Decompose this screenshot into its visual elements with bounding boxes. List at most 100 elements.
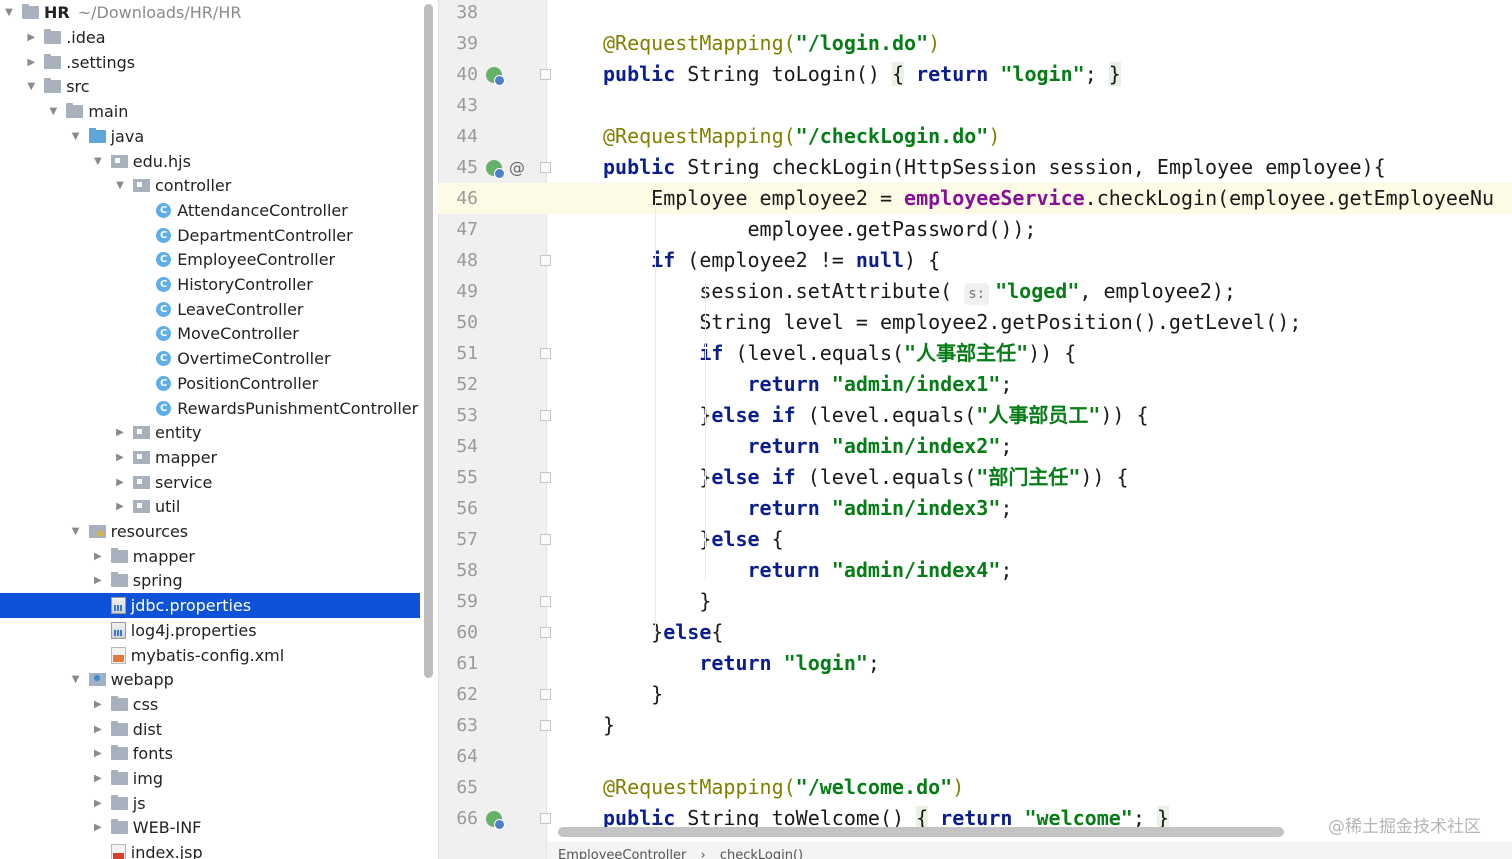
code-line[interactable]: employee.getPassword()); <box>603 214 1036 245</box>
code-line[interactable]: return "admin/index4"; <box>603 555 1013 586</box>
code-line[interactable]: }else { <box>603 524 783 555</box>
breadcrumb-method[interactable]: checkLogin() <box>720 848 803 859</box>
expand-arrow-icon[interactable]: ▼ <box>113 180 127 191</box>
expand-arrow-icon[interactable]: ▼ <box>69 131 83 142</box>
tree-item[interactable]: C RewardsPunishmentController <box>0 396 420 421</box>
tree-item[interactable]: index.jsp <box>0 840 420 859</box>
expand-arrow-icon[interactable]: ▼ <box>2 7 16 18</box>
tree-item[interactable]: ▶ dist <box>0 717 420 742</box>
code-line[interactable]: }else if (level.equals("部门主任")) { <box>603 462 1128 493</box>
tree-item[interactable]: C EmployeeController <box>0 248 420 273</box>
expand-arrow-icon[interactable]: ▼ <box>69 526 83 537</box>
fold-marker-icon[interactable] <box>540 348 551 359</box>
fold-marker-icon[interactable] <box>540 255 551 266</box>
collapse-arrow-icon[interactable]: ▶ <box>91 724 105 735</box>
collapse-arrow-icon[interactable]: ▶ <box>91 575 105 586</box>
expand-arrow-icon[interactable]: ▼ <box>46 106 60 117</box>
tree-item[interactable]: C AttendanceController <box>0 198 420 223</box>
tree-item[interactable]: ▶ entity <box>0 420 420 445</box>
code-line[interactable]: } <box>603 679 663 710</box>
tree-item[interactable]: C MoveController <box>0 322 420 347</box>
collapse-arrow-icon[interactable]: ▶ <box>91 798 105 809</box>
expand-arrow-icon[interactable]: ▼ <box>91 156 105 167</box>
code-line[interactable]: }else if (level.equals("人事部员工")) { <box>603 400 1148 431</box>
collapse-arrow-icon[interactable]: ▶ <box>113 501 127 512</box>
code-line[interactable]: } <box>603 586 711 617</box>
code-line[interactable]: if (level.equals("人事部主任")) { <box>603 338 1076 369</box>
collapse-arrow-icon[interactable]: ▶ <box>91 773 105 784</box>
annotation-icon[interactable]: @ <box>509 160 525 176</box>
tree-item[interactable]: ▶ js <box>0 791 420 816</box>
fold-marker-icon[interactable] <box>540 813 551 824</box>
tree-item[interactable]: C PositionController <box>0 371 420 396</box>
tree-item[interactable]: ▼ main <box>0 99 420 124</box>
code-line[interactable]: return "admin/index1"; <box>603 369 1013 400</box>
collapse-arrow-icon[interactable]: ▶ <box>113 452 127 463</box>
collapse-arrow-icon[interactable]: ▶ <box>91 748 105 759</box>
tree-item[interactable]: mybatis-config.xml <box>0 643 420 668</box>
tree-item[interactable]: ▶ css <box>0 692 420 717</box>
project-tree-scrollbar[interactable] <box>424 4 433 678</box>
code-line[interactable]: public String toLogin() { return "login"… <box>603 59 1121 90</box>
tree-item[interactable]: ▶ fonts <box>0 742 420 767</box>
code-line[interactable]: Employee employee2 = employeeService.che… <box>603 183 1494 214</box>
code-line[interactable]: return "admin/index2"; <box>603 431 1013 462</box>
code-line[interactable]: }else{ <box>603 617 723 648</box>
project-tree[interactable]: ▼ HR ~/Downloads/HR/HR ▶ .idea ▶ .settings ▼ src… <box>0 0 420 859</box>
code-line[interactable]: return "admin/index3"; <box>603 493 1013 524</box>
collapse-arrow-icon[interactable]: ▶ <box>91 822 105 833</box>
tree-item[interactable]: C LeaveController <box>0 297 420 322</box>
editor-horizontal-scrollbar[interactable] <box>558 827 1284 837</box>
tree-item[interactable]: ▶ mapper <box>0 445 420 470</box>
tree-item[interactable]: log4j.properties <box>0 618 420 643</box>
tree-item[interactable]: ▼ java <box>0 124 420 149</box>
code-line[interactable]: @RequestMapping("/welcome.do") <box>603 772 964 803</box>
tree-item[interactable]: ▶ .settings <box>0 50 420 75</box>
tree-item[interactable]: ▶ spring <box>0 569 420 594</box>
code-line[interactable]: } <box>603 710 615 741</box>
collapse-arrow-icon[interactable]: ▶ <box>113 477 127 488</box>
fold-marker-icon[interactable] <box>540 472 551 483</box>
fold-marker-icon[interactable] <box>540 720 551 731</box>
fold-marker-icon[interactable] <box>540 162 551 173</box>
fold-marker-icon[interactable] <box>540 69 551 80</box>
collapse-arrow-icon[interactable]: ▶ <box>91 551 105 562</box>
expand-arrow-icon[interactable]: ▼ <box>24 81 38 92</box>
spring-bean-icon[interactable] <box>486 67 505 86</box>
collapse-arrow-icon[interactable]: ▶ <box>24 32 38 43</box>
tree-item[interactable]: ▼ edu.hjs <box>0 149 420 174</box>
tree-item[interactable]: ▶ .idea <box>0 25 420 50</box>
tree-item[interactable]: C HistoryController <box>0 272 420 297</box>
tree-item[interactable]: ▶ service <box>0 470 420 495</box>
tree-item[interactable]: ▼ webapp <box>0 667 420 692</box>
breadcrumb[interactable]: EmployeeController › checkLogin() <box>547 842 1512 859</box>
fold-marker-icon[interactable] <box>540 689 551 700</box>
code-line[interactable]: return "login"; <box>603 648 880 679</box>
code-line[interactable]: public String checkLogin(HttpSession ses… <box>603 152 1386 183</box>
code-line[interactable]: String level = employee2.getPosition().g… <box>603 307 1301 338</box>
fold-marker-icon[interactable] <box>540 534 551 545</box>
code-line[interactable]: if (employee2 != null) { <box>603 245 940 276</box>
tree-item[interactable]: ▼ controller <box>0 173 420 198</box>
tree-item[interactable]: ▼ HR ~/Downloads/HR/HR <box>0 1 420 26</box>
tree-item[interactable]: ▶ WEB-INF <box>0 816 420 841</box>
spring-bean-icon[interactable] <box>486 811 505 830</box>
fold-marker-icon[interactable] <box>540 596 551 607</box>
tree-item[interactable]: ▶ util <box>0 495 420 520</box>
breadcrumb-class[interactable]: EmployeeController <box>558 848 686 859</box>
fold-marker-icon[interactable] <box>540 627 551 638</box>
fold-marker-icon[interactable] <box>540 410 551 421</box>
code-line[interactable]: @RequestMapping("/checkLogin.do") <box>603 121 1000 152</box>
collapse-arrow-icon[interactable]: ▶ <box>113 427 127 438</box>
tree-item[interactable]: C OvertimeController <box>0 346 420 371</box>
expand-arrow-icon[interactable]: ▼ <box>69 674 83 685</box>
tree-item[interactable]: ▼ resources <box>0 519 420 544</box>
tree-item[interactable]: C DepartmentController <box>0 223 420 248</box>
tree-item[interactable]: ▶ img <box>0 766 420 791</box>
code-line[interactable]: @RequestMapping("/login.do") <box>603 28 940 59</box>
collapse-arrow-icon[interactable]: ▶ <box>24 57 38 68</box>
spring-bean-icon[interactable] <box>486 160 505 179</box>
tree-item[interactable]: ▶ mapper <box>0 544 420 569</box>
tree-item[interactable]: jdbc.properties <box>0 593 420 618</box>
code-line[interactable]: session.setAttribute( s: "loged", employe… <box>603 276 1236 307</box>
